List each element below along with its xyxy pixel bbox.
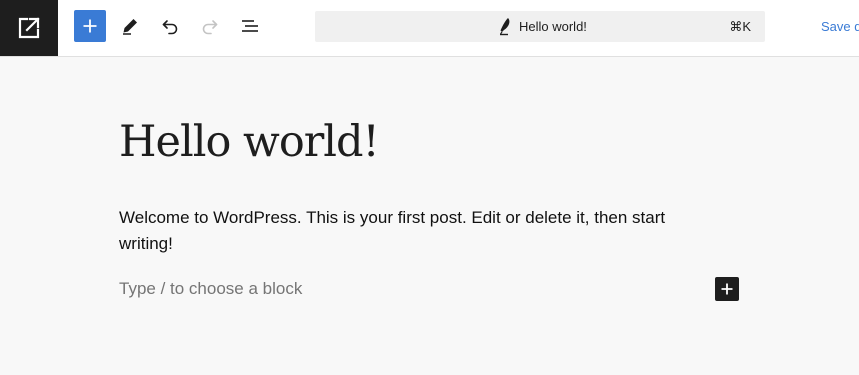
plus-icon [721, 283, 733, 295]
pencil-icon [123, 19, 137, 35]
save-draft-button[interactable]: Save d [821, 0, 859, 53]
block-inserter-button[interactable] [74, 10, 106, 42]
paragraph-block[interactable]: Welcome to WordPress. This is your first… [119, 205, 719, 257]
list-view-icon [242, 20, 258, 32]
editor-canvas: Hello world! Welcome to WordPress. This … [0, 57, 859, 375]
undo-icon [162, 20, 178, 35]
plus-icon [83, 19, 97, 33]
tools-button[interactable] [114, 10, 146, 42]
external-link-icon [18, 17, 40, 39]
undo-button[interactable] [154, 10, 186, 42]
add-block-button[interactable] [715, 277, 739, 301]
command-palette-bar[interactable]: Hello world! ⌘K [315, 11, 765, 42]
editor-toolbar: Hello world! ⌘K Save d [0, 0, 859, 57]
block-editor: Hello world! ⌘K Save d Hello world! Welc… [0, 0, 859, 375]
default-block-appender[interactable]: Type / to choose a block [119, 278, 302, 300]
keyboard-shortcut: ⌘K [729, 19, 751, 34]
document-overview-button[interactable] [234, 10, 266, 42]
redo-icon [202, 20, 218, 35]
redo-button[interactable] [194, 10, 226, 42]
quill-pen-icon [500, 18, 510, 36]
document-title: Hello world! [519, 19, 587, 34]
exit-editor-button[interactable] [0, 0, 58, 56]
post-title[interactable]: Hello world! [119, 117, 380, 167]
